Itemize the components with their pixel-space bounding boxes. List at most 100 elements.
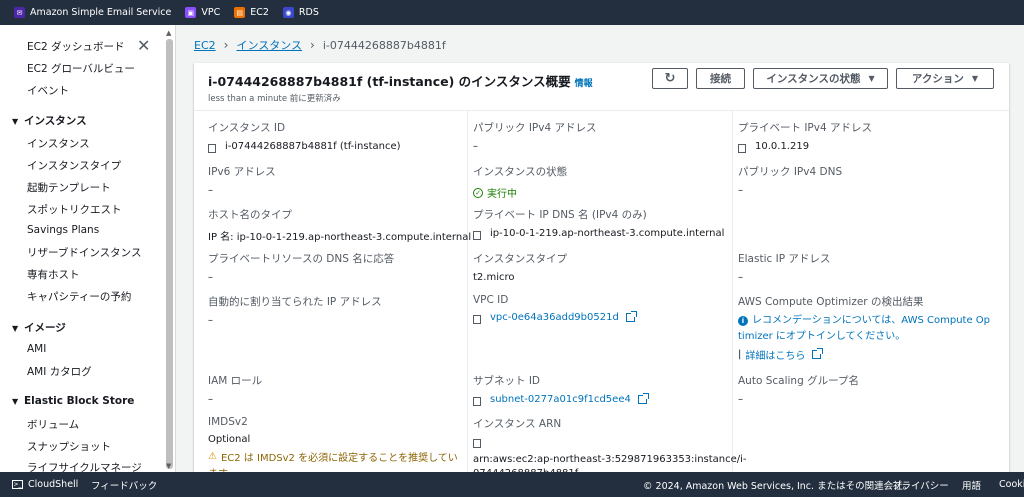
- sidebar-item-volumes[interactable]: ボリューム: [27, 417, 79, 432]
- sidebar-section-images[interactable]: ▼ イメージ: [12, 320, 66, 335]
- rds-icon: ◉: [282, 7, 294, 18]
- close-icon[interactable]: ✕: [137, 38, 150, 54]
- field-instance-id: インスタンス ID i-07444268887b4881f (tf-instan…: [208, 122, 401, 153]
- status-badge: 実行中: [487, 189, 517, 200]
- sidebar-item-global-view[interactable]: EC2 グローバルビュー: [27, 61, 135, 76]
- field-instance-state: インスタンスの状態 ✓ 実行中: [473, 166, 568, 200]
- caret-down-icon: ▼: [868, 74, 875, 83]
- field-ipv6: IPv6 アドレス –: [208, 166, 276, 196]
- field-elastic-ip: Elastic IP アドレス –: [738, 253, 831, 283]
- copy-icon[interactable]: [473, 394, 484, 406]
- sidebar-item-capacity-reservations[interactable]: キャパシティーの予約: [27, 289, 131, 304]
- arn-line-1: arn:aws:ec2:ap-northeast-3:529871963353:…: [473, 454, 747, 465]
- field-compute-optimizer: AWS Compute Optimizer の検出結果 i レコメンデーションにつ…: [738, 294, 998, 362]
- imdsv2-warning: EC2 は IMDSv2 を必須に設定することを推奨してい: [220, 453, 458, 464]
- chevron-right-icon: ›: [223, 38, 229, 52]
- copy-icon[interactable]: [738, 141, 749, 153]
- field-private-ipv4: プライベート IPv4 アドレス 10.0.1.219: [738, 122, 872, 153]
- sidebar-item-reserved-instances[interactable]: リザーブドインスタンス: [27, 245, 141, 260]
- last-updated-text: less than a minute 前に更新済み: [208, 94, 341, 104]
- sidebar: ✕ EC2 ダッシュボード EC2 グローバルビュー イベント ▼ インスタンス …: [0, 25, 176, 472]
- copy-icon[interactable]: [473, 312, 484, 324]
- copyright-text: © 2024, Amazon Web Services, Inc. またはその関…: [643, 480, 913, 492]
- optimizer-link-2[interactable]: timizer にオプトインしてください。: [738, 329, 998, 345]
- sidebar-item-dedicated-hosts[interactable]: 専有ホスト: [27, 267, 80, 282]
- field-instance-type: インスタンスタイプ t2.micro: [473, 253, 568, 283]
- privacy-link[interactable]: プライバシー: [892, 478, 949, 492]
- sidebar-item-spot-requests[interactable]: スポットリクエスト: [27, 202, 122, 217]
- sidebar-item-dashboard[interactable]: EC2 ダッシュボード: [27, 39, 124, 54]
- favorite-rds[interactable]: ◉ RDS: [282, 7, 319, 18]
- copy-icon[interactable]: [208, 141, 219, 153]
- warning-icon: ⚠: [208, 451, 217, 462]
- cookie-link[interactable]: Cookie: [999, 479, 1024, 490]
- caret-down-icon: ▼: [12, 324, 19, 333]
- breadcrumb-instances[interactable]: インスタンス: [236, 37, 302, 53]
- favorite-ec2[interactable]: ▤ EC2: [234, 7, 269, 18]
- actions-button[interactable]: アクション ▼: [896, 68, 994, 89]
- connect-button[interactable]: 接続: [696, 68, 745, 89]
- external-link-icon: [625, 311, 637, 322]
- vpc-icon: ▣: [185, 7, 197, 18]
- ec2-icon: ▤: [234, 7, 246, 18]
- info-icon: i: [738, 316, 748, 326]
- footer: >_ CloudShell フィードバック © 2024, Amazon Web…: [0, 472, 1024, 497]
- copy-icon[interactable]: [473, 228, 484, 240]
- external-link-icon: [812, 348, 824, 359]
- sidebar-item-savings-plans[interactable]: Savings Plans: [27, 224, 99, 236]
- field-subnet-id: サブネット ID subnet-0277a01c9f1cd5ee4: [473, 373, 733, 406]
- field-vpc-id: VPC ID vpc-0e64a36add9b0521d: [473, 294, 733, 324]
- instance-state-button[interactable]: インスタンスの状態 ▼: [753, 68, 888, 89]
- external-link-icon: [637, 393, 649, 404]
- cloudshell-button[interactable]: >_ CloudShell: [12, 479, 78, 490]
- favorites-bar: ✉ Amazon Simple Email Service ▣ VPC ▤ EC…: [0, 0, 1024, 25]
- sidebar-item-launch-templates[interactable]: 起動テンプレート: [27, 180, 111, 195]
- breadcrumb: EC2 › インスタンス › i-07444268887b4881f: [194, 37, 446, 53]
- favorite-vpc[interactable]: ▣ VPC: [185, 7, 220, 18]
- instance-summary-panel: i-07444268887b4881f (tf-instance) のインスタン…: [194, 63, 1009, 472]
- page-title: i-07444268887b4881f (tf-instance) のインスタン…: [208, 74, 593, 89]
- breadcrumb-current: i-07444268887b4881f: [322, 38, 446, 52]
- sidebar-item-ami-catalog[interactable]: AMI カタログ: [27, 364, 92, 379]
- field-auto-scaling-group: Auto Scaling グループ名 –: [738, 375, 859, 405]
- terminal-icon: >_: [12, 480, 23, 489]
- copy-icon[interactable]: [473, 437, 484, 448]
- feedback-link[interactable]: フィードバック: [91, 478, 157, 492]
- scroll-down-icon[interactable]: ▼: [166, 462, 171, 470]
- info-link[interactable]: 情報: [575, 79, 593, 89]
- chevron-right-icon: ›: [310, 38, 315, 52]
- sidebar-item-snapshots[interactable]: スナップショット: [27, 439, 111, 454]
- sidebar-item-ami[interactable]: AMI: [27, 343, 46, 355]
- caret-down-icon: ▼: [12, 117, 19, 126]
- sidebar-section-ebs[interactable]: ▼ Elastic Block Store: [12, 395, 134, 407]
- breadcrumb-ec2[interactable]: EC2: [194, 39, 216, 52]
- check-circle-icon: ✓: [473, 187, 483, 198]
- field-resource-dns: プライベートリソースの DNS 名に応答 –: [208, 253, 395, 283]
- favorite-ses[interactable]: ✉ Amazon Simple Email Service: [14, 7, 171, 18]
- field-private-dns: プライベート IP DNS 名 (IPv4 のみ) ip-10-0-1-219.…: [473, 209, 725, 240]
- optimizer-link-1[interactable]: レコメンデーションについては、AWS Compute Op: [752, 313, 990, 329]
- refresh-button[interactable]: ↻: [652, 68, 688, 89]
- field-auto-ip: 自動的に割り当てられた IP アドレス –: [208, 296, 382, 326]
- favorite-label: EC2: [250, 7, 269, 18]
- terms-link[interactable]: 用語: [962, 478, 981, 492]
- sidebar-item-lifecycle-manager[interactable]: ライフサイクルマネージ: [27, 460, 142, 472]
- field-hostname-type: ホスト名のタイプ IP 名: ip-10-0-1-219.ap-northeas…: [208, 209, 472, 243]
- main-content: EC2 › インスタンス › i-07444268887b4881f i-074…: [177, 25, 1024, 472]
- sidebar-item-instances[interactable]: インスタンス: [27, 136, 90, 151]
- sidebar-scrollbar[interactable]: [166, 39, 173, 469]
- sidebar-item-instance-types[interactable]: インスタンスタイプ: [27, 158, 121, 173]
- scroll-up-icon[interactable]: ▲: [166, 29, 171, 37]
- sidebar-item-events[interactable]: イベント: [27, 83, 69, 98]
- field-public-dns: パブリック IPv4 DNS –: [738, 166, 843, 196]
- field-instance-arn: インスタンス ARN arn:aws:ec2:ap-northeast-3:52…: [473, 416, 747, 472]
- caret-down-icon: ▼: [12, 397, 19, 406]
- imdsv2-warning-cont: ます: [208, 465, 468, 472]
- ses-icon: ✉: [14, 7, 25, 18]
- refresh-icon: ↻: [664, 71, 676, 86]
- vpc-link[interactable]: vpc-0e64a36add9b0521d: [490, 312, 619, 323]
- learn-more-link[interactable]: 詳細はこちら: [745, 347, 805, 362]
- subnet-link[interactable]: subnet-0277a01c9f1cd5ee4: [490, 394, 631, 405]
- sidebar-section-instances[interactable]: ▼ インスタンス: [12, 113, 87, 128]
- favorite-label: RDS: [298, 7, 319, 18]
